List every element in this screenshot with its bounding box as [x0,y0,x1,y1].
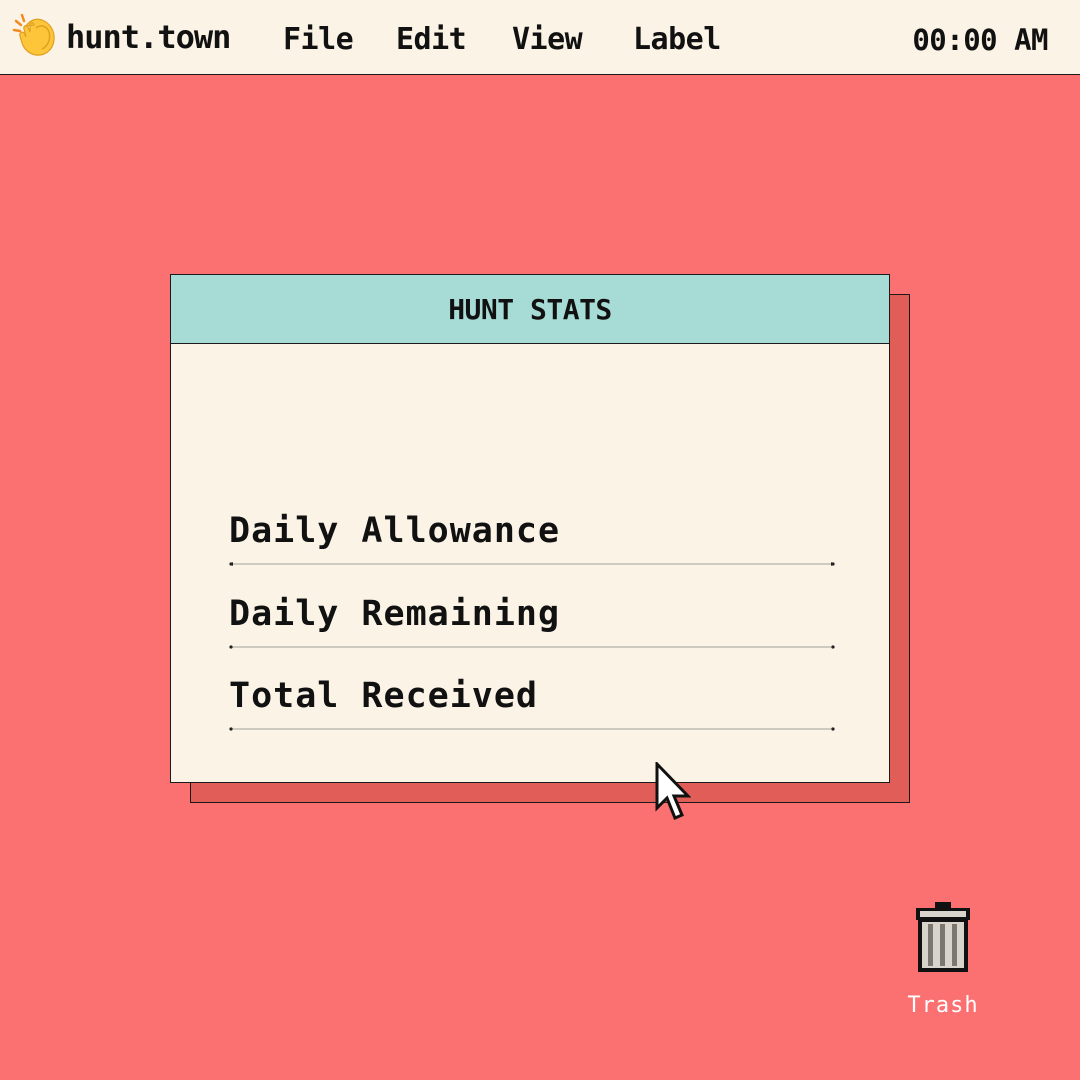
menu-clock: 00:00 AM [912,23,1048,57]
trash-can-icon [916,902,970,972]
stat-label: Daily Allowance [229,511,561,551]
stat-row-daily-allowance: Daily Allowance [227,511,837,581]
stat-divider [229,645,835,649]
window-title: HUNT STATS [448,292,612,326]
arrow-pointer-icon [655,762,691,820]
menu-bar: hunt.town File Edit View Label 00:00 AM [0,0,1080,75]
menu-edit[interactable]: Edit [396,22,467,57]
hunt-stats-window: HUNT STATS Daily Allowance Daily Remaini… [170,274,890,783]
menu-view[interactable]: View [512,22,583,57]
menu-label[interactable]: Label [633,22,721,57]
stat-label: Total Received [229,676,539,716]
menu-file[interactable]: File [283,22,354,57]
stat-row-total-received: Total Received [227,676,837,746]
stat-divider [229,727,835,731]
app-brand[interactable]: hunt.town [66,18,231,56]
stat-divider [229,562,835,566]
clapping-hands-icon[interactable] [12,12,58,58]
trash-label: Trash [907,993,979,1018]
stat-label: Daily Remaining [229,594,561,634]
window-titlebar[interactable]: HUNT STATS [171,275,889,344]
stat-row-daily-remaining: Daily Remaining [227,594,837,664]
trash-desktop-icon[interactable]: Trash [903,900,983,1020]
